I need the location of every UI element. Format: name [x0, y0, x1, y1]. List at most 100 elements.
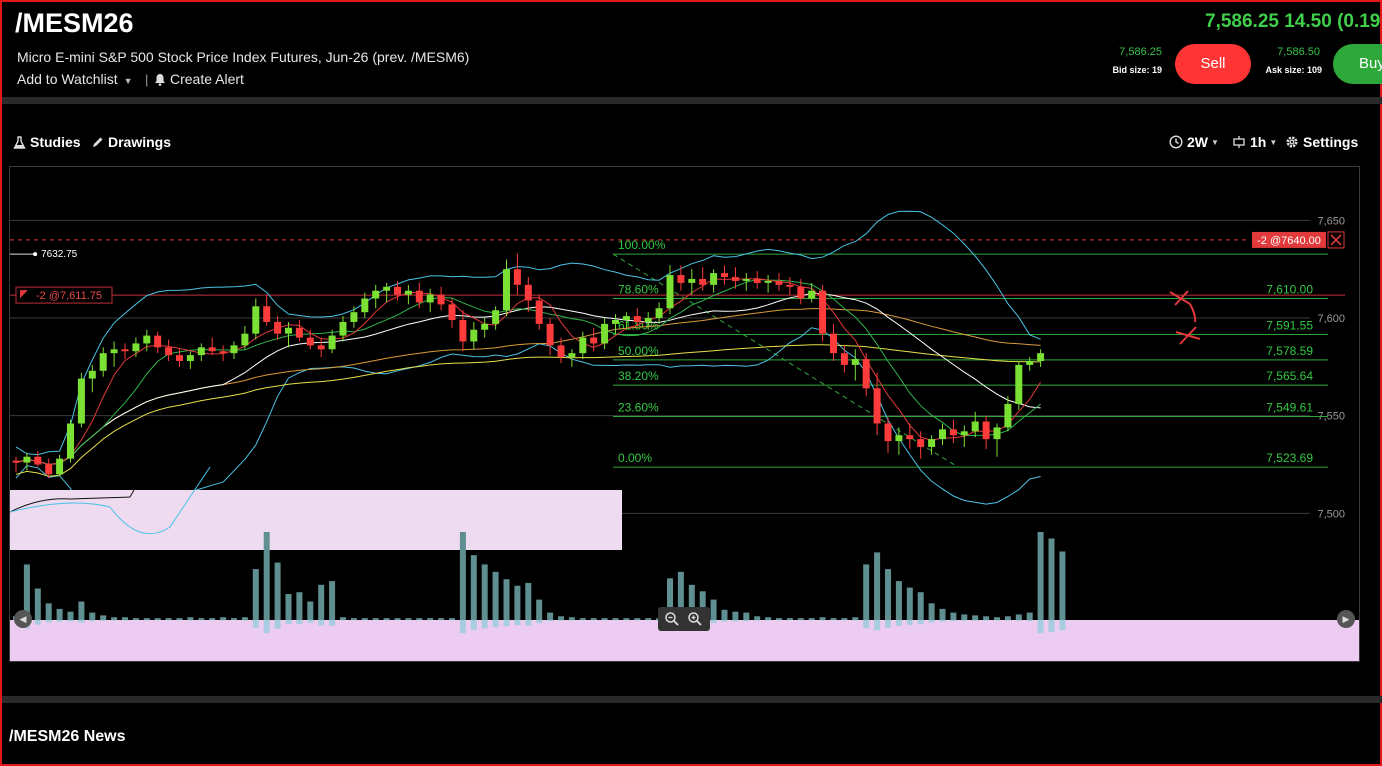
volume-bar-shadow: [89, 620, 96, 622]
volume-bar: [721, 609, 728, 620]
candle-body: [34, 456, 42, 465]
volume-bar: [863, 564, 870, 620]
volume-bar-shadow: [547, 620, 554, 622]
volume-bar: [939, 608, 946, 620]
candle-body: [622, 316, 630, 320]
volume-bar-shadow: [1059, 620, 1066, 631]
candle-body: [154, 335, 162, 348]
candle-body: [394, 286, 401, 295]
symbol-title: /MESM26: [15, 8, 134, 38]
volume-bar: [743, 612, 750, 620]
zoom-controls: [658, 607, 710, 631]
studies-button[interactable]: Studies: [13, 134, 81, 152]
add-to-watchlist-button[interactable]: Add to Watchlist ▼: [17, 71, 133, 87]
candle-body: [557, 345, 565, 358]
volume-bar: [89, 612, 96, 620]
candle-body: [579, 337, 587, 354]
volume-bar: [797, 618, 804, 620]
price-chart[interactable]: 7,650 7,600 7,550 7,500 100.00% 78.60% 7,610.0…: [9, 166, 1360, 662]
candle-body: [971, 421, 979, 432]
candle-body: [186, 355, 194, 361]
volume-bar: [612, 618, 619, 620]
volume-bar-shadow: [481, 620, 488, 629]
volume-bar-shadow: [252, 620, 259, 628]
candle-body: [699, 278, 707, 285]
candle-body: [721, 273, 728, 278]
volume-bar: [67, 611, 74, 620]
drawings-button[interactable]: Drawings: [91, 134, 171, 152]
last-price-change: 7,586.25 14.50 (0.19: [1205, 11, 1381, 32]
flask-icon: [13, 136, 26, 152]
candle-body: [361, 298, 369, 313]
chevron-down-icon[interactable]: ▼: [124, 76, 133, 86]
sell-button[interactable]: Sell: [1175, 44, 1251, 84]
volume-bar: [198, 618, 205, 620]
settings-button[interactable]: Settings: [1285, 134, 1358, 152]
volume-bar-shadow: [100, 620, 107, 621]
candle-body: [928, 439, 936, 447]
bid-price: 7,586.25: [1119, 46, 1162, 58]
candle-body: [295, 327, 303, 338]
volume-bar-shadow: [961, 620, 968, 621]
candle-body: [710, 273, 718, 285]
volume-bar: [438, 618, 445, 620]
volume-bar: [1015, 614, 1022, 620]
volume-bar: [132, 618, 139, 620]
candle-body: [208, 347, 216, 352]
volume-bar: [601, 618, 608, 620]
divider: |: [145, 72, 149, 87]
volume-bar-shadow: [710, 620, 717, 624]
volume-bar: [187, 617, 194, 620]
volume-bar: [917, 592, 924, 620]
volume-bar-shadow: [874, 620, 881, 631]
candle-body: [1004, 403, 1012, 428]
candle-body: [339, 321, 347, 336]
interval-selector[interactable]: 1h ▼: [1232, 134, 1277, 152]
bell-icon: [154, 73, 166, 89]
moving-average-long: [15, 344, 1041, 477]
candles-icon: [1232, 135, 1246, 152]
candle-body: [448, 304, 456, 320]
volume-bar-shadow: [1048, 620, 1055, 633]
volume-bar: [579, 618, 586, 620]
volume-bar: [841, 618, 848, 620]
candle-body: [88, 370, 96, 379]
chart-canvas[interactable]: 7,6507,6007,5507,500100.00%78.60% 7,610.0…: [10, 167, 1359, 661]
add-to-watchlist-label: Add to Watchlist: [17, 71, 118, 87]
scroll-right-button[interactable]: ▶: [1337, 610, 1355, 628]
volume-bar: [765, 617, 772, 620]
candle-body: [56, 458, 64, 475]
volume-bar: [830, 618, 837, 620]
volume-bar-shadow: [318, 620, 325, 626]
volume-bar: [383, 618, 390, 620]
volume-bar: [143, 618, 150, 620]
bollinger-lower: [15, 327, 1041, 517]
volume-bar: [547, 612, 554, 620]
volume-bar: [100, 615, 107, 620]
volume-bar: [122, 617, 128, 620]
volume-bar: [874, 552, 881, 620]
fib-level-price: 7,523.69: [1266, 451, 1313, 465]
gear-icon: [1285, 135, 1299, 152]
volume-bar: [416, 618, 423, 620]
candle-body: [601, 323, 609, 344]
candle-body: [241, 333, 249, 346]
volume-bar: [885, 569, 891, 620]
volume-bar: [776, 618, 782, 620]
create-alert-button[interactable]: Create Alert: [154, 71, 244, 89]
fib-level-pct: 38.20%: [618, 369, 659, 383]
range-selector[interactable]: 2W ▼: [1169, 134, 1219, 152]
volume-bar: [503, 579, 510, 620]
volume-bar-shadow: [263, 620, 270, 634]
buy-button[interactable]: Buy: [1333, 44, 1382, 84]
scroll-left-button[interactable]: ◀: [14, 610, 32, 628]
volume-bar: [350, 618, 357, 620]
bid-size: Bid size: 19: [1112, 65, 1162, 75]
volume-bar: [645, 618, 652, 620]
candle-body: [306, 337, 314, 346]
candle-body: [383, 286, 391, 291]
volume-bar: [808, 618, 815, 620]
candle-body: [655, 308, 663, 319]
volume-bar-shadow: [917, 620, 924, 625]
fib-level-price: 7,610.00: [1266, 283, 1313, 297]
